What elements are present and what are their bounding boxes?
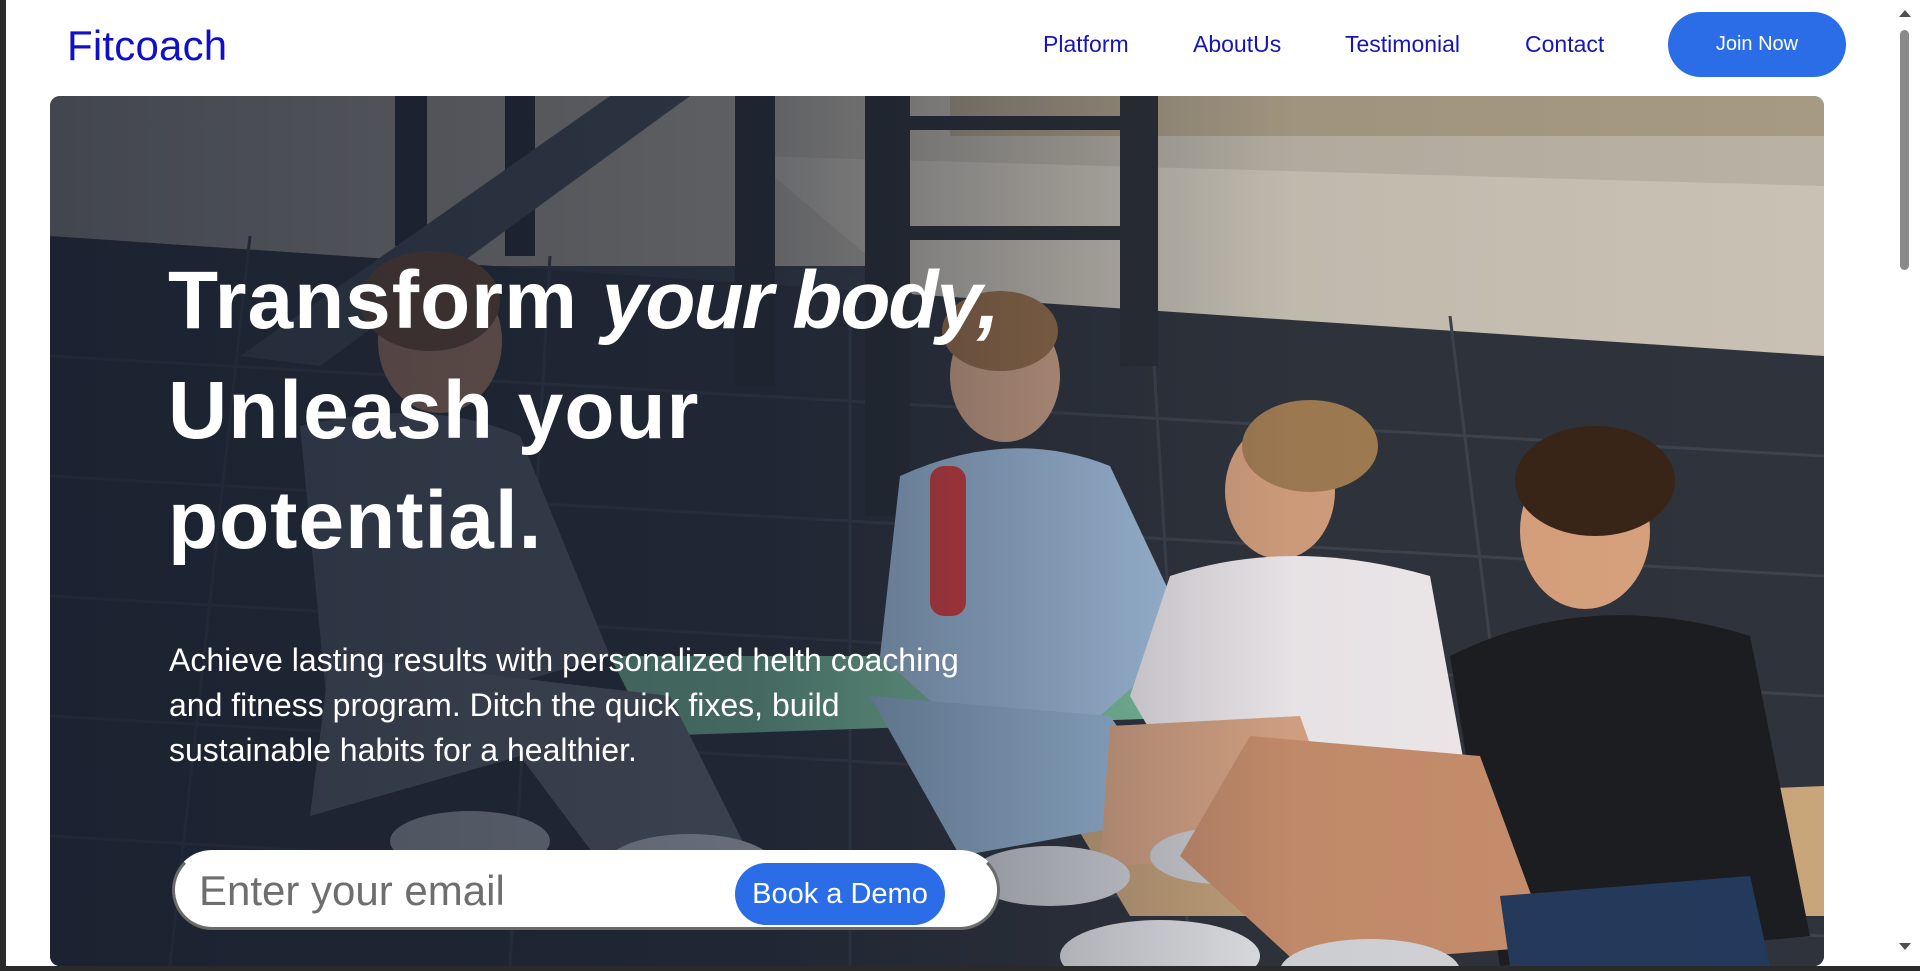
headline-part-2: Unleash your potential. bbox=[168, 365, 700, 566]
nav-link-testimonial[interactable]: Testimonial bbox=[1345, 31, 1460, 58]
email-input[interactable] bbox=[199, 861, 679, 921]
headline-italic: your body, bbox=[601, 255, 1000, 346]
page-scrollbar[interactable] bbox=[1894, 0, 1914, 966]
nav-link-platform[interactable]: Platform bbox=[1043, 31, 1129, 58]
scroll-down-arrow-icon[interactable] bbox=[1899, 943, 1911, 950]
hero-section: Transform your body, Unleash your potent… bbox=[50, 96, 1824, 966]
scroll-thumb[interactable] bbox=[1900, 30, 1909, 270]
email-signup-form: Book a Demo bbox=[172, 850, 1000, 930]
hero-subtext: Achieve lasting results with personalize… bbox=[169, 642, 959, 768]
hero-headline: Transform your body, Unleash your potent… bbox=[168, 246, 1008, 576]
site-logo[interactable]: Fitcoach bbox=[67, 22, 227, 70]
nav-link-about-us[interactable]: AboutUs bbox=[1193, 31, 1281, 58]
scroll-up-arrow-icon[interactable] bbox=[1899, 10, 1911, 17]
book-demo-button[interactable]: Book a Demo bbox=[735, 863, 945, 925]
nav-link-contact[interactable]: Contact bbox=[1525, 31, 1604, 58]
top-navigation: Fitcoach Platform AboutUs Testimonial Co… bbox=[6, 0, 1894, 90]
headline-part-1: Transform bbox=[168, 255, 602, 346]
join-now-button[interactable]: Join Now bbox=[1668, 12, 1846, 77]
